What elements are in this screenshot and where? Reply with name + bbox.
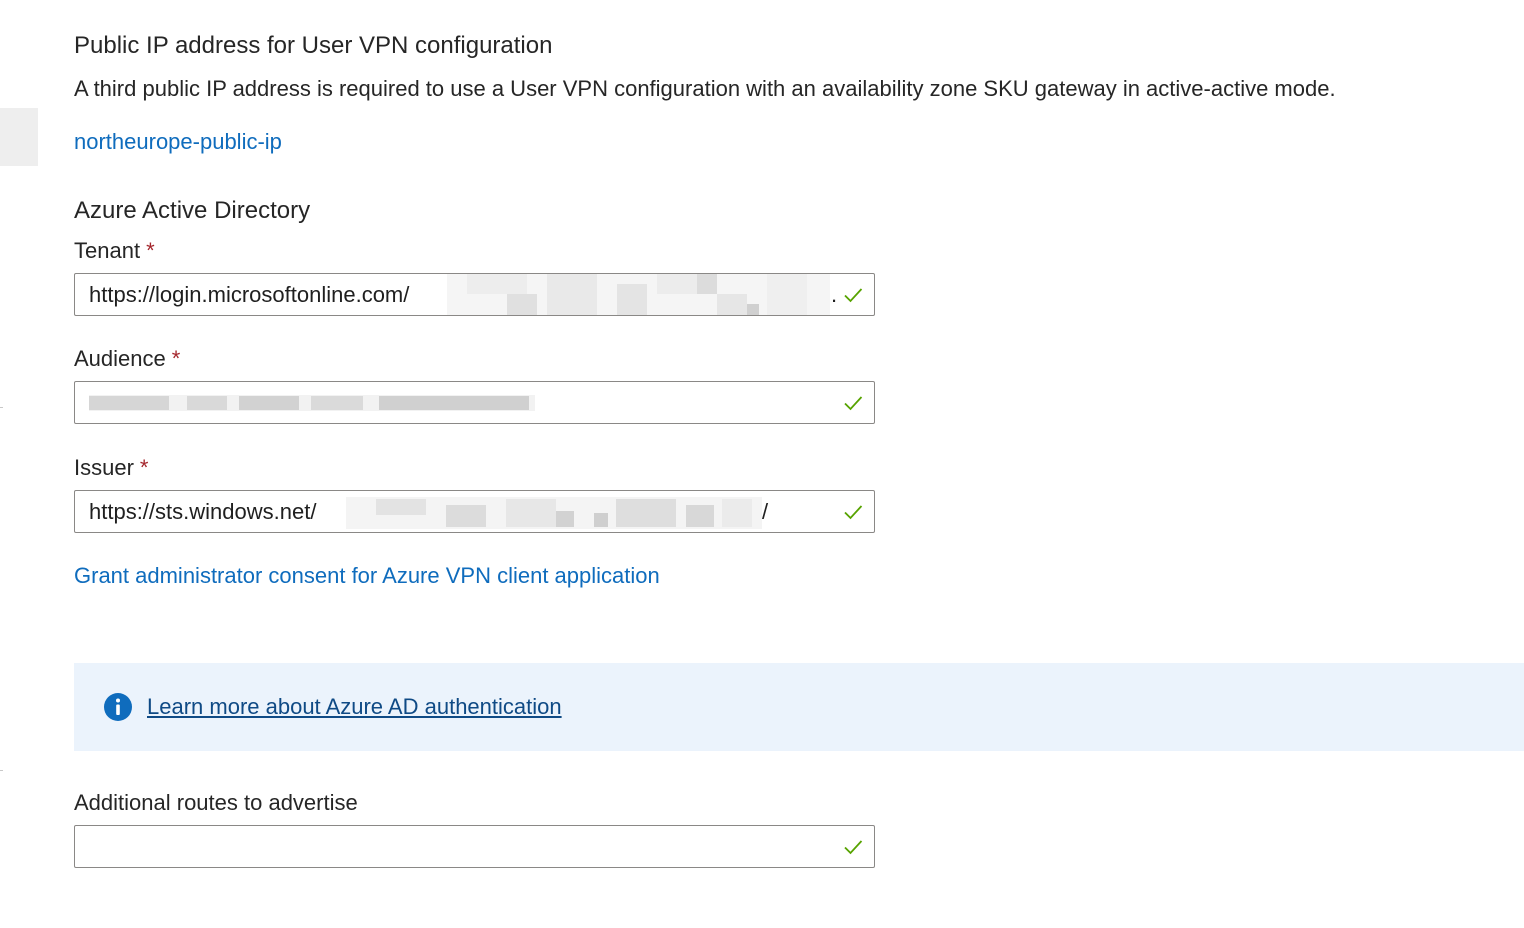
tenant-value-prefix: https://login.microsoftonline.com/ <box>89 282 410 307</box>
tenant-input[interactable]: https://login.microsoftonline.com/ . <box>74 273 875 316</box>
issuer-input[interactable]: https://sts.windows.net/ / <box>74 490 875 533</box>
sidebar-edge <box>0 108 38 166</box>
valid-check-icon <box>844 505 863 520</box>
routes-label: Additional routes to advertise <box>74 790 358 815</box>
valid-check-icon <box>844 840 863 855</box>
redacted-region <box>346 491 762 532</box>
issuer-label-text: Issuer <box>74 455 134 480</box>
audience-input[interactable] <box>74 381 875 424</box>
sidebar-tick <box>0 407 3 408</box>
tenant-value-suffix: . <box>831 282 838 307</box>
issuer-label: Issuer * <box>74 455 148 481</box>
routes-input[interactable] <box>74 825 875 868</box>
issuer-value-prefix: https://sts.windows.net/ <box>89 499 317 524</box>
public-ip-link[interactable]: northeurope-public-ip <box>74 129 282 155</box>
sidebar-tick <box>0 770 3 771</box>
valid-check-icon <box>844 288 863 303</box>
tenant-label: Tenant * <box>74 238 155 264</box>
valid-check-icon <box>844 396 863 411</box>
required-marker: * <box>139 455 149 480</box>
learn-more-aad-link[interactable]: Learn more about Azure AD authentication <box>147 694 562 720</box>
public-ip-heading: Public IP address for User VPN configura… <box>74 32 553 59</box>
issuer-value-suffix: / <box>762 499 769 524</box>
redacted-region <box>447 274 830 315</box>
audience-label-text: Audience <box>74 346 166 371</box>
grant-consent-link[interactable]: Grant administrator consent for Azure VP… <box>74 563 660 589</box>
info-banner: Learn more about Azure AD authentication <box>74 663 1524 751</box>
redacted-region <box>89 382 535 423</box>
info-icon <box>104 693 132 721</box>
vpn-settings-page: Public IP address for User VPN configura… <box>0 0 1524 928</box>
required-marker: * <box>171 346 181 371</box>
required-marker: * <box>146 238 155 263</box>
aad-heading: Azure Active Directory <box>74 197 311 224</box>
audience-label: Audience * <box>74 346 180 372</box>
public-ip-description: A third public IP address is required to… <box>74 76 1336 101</box>
tenant-label-text: Tenant <box>74 238 141 263</box>
